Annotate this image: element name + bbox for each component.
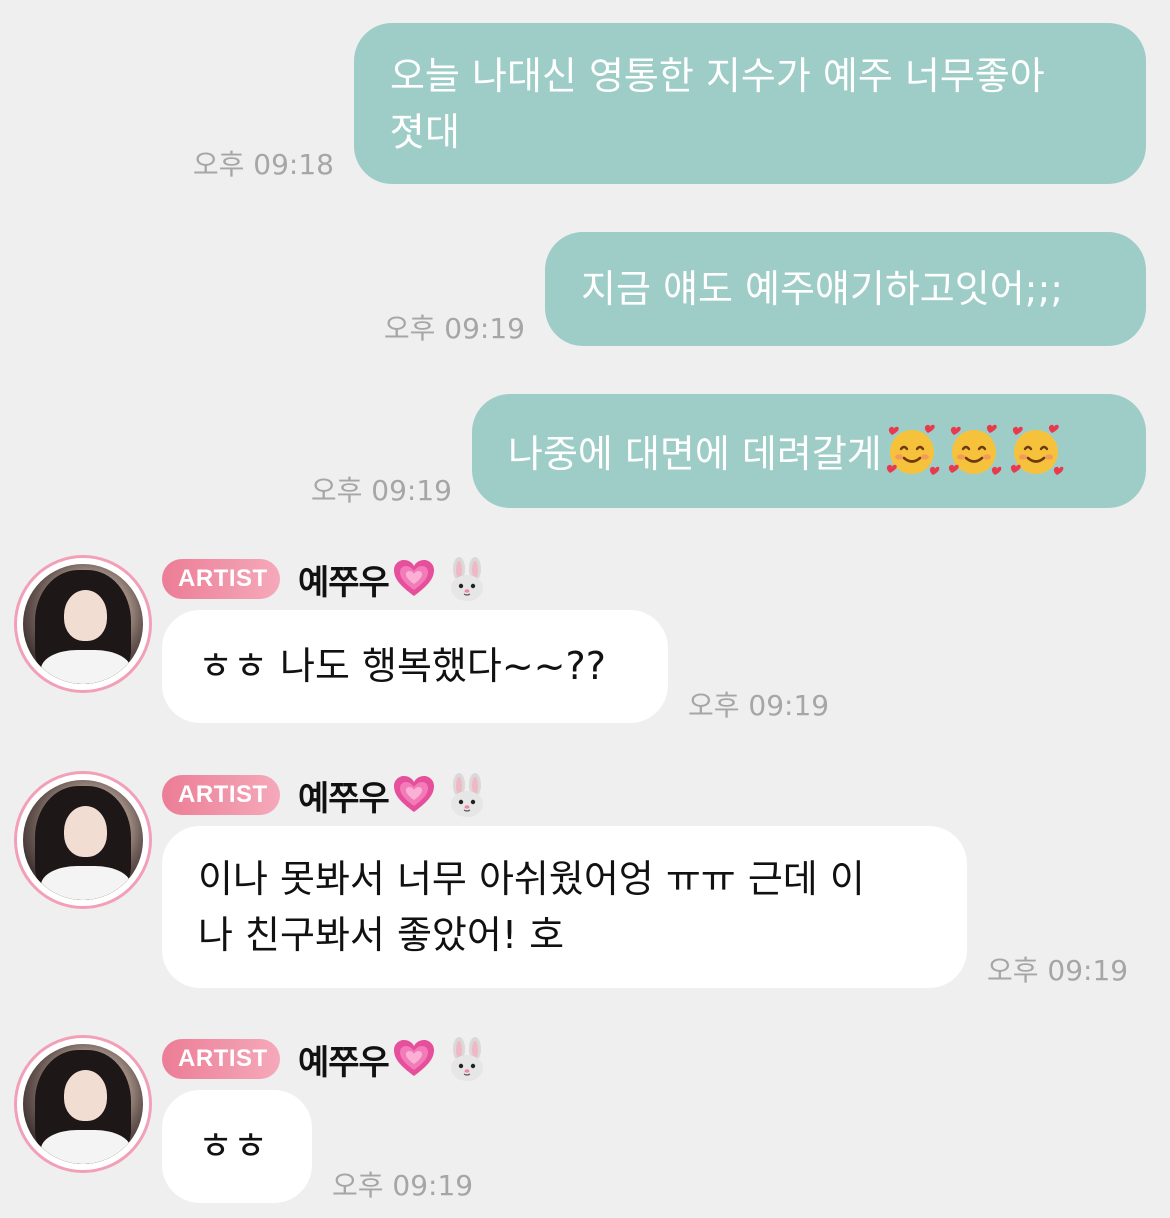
- growing-heart-icon: [393, 775, 435, 815]
- rabbit-face-icon: [447, 1037, 487, 1081]
- message-text: ㅎㅎ 나도 행복했다~~??: [198, 644, 606, 688]
- sender-name[interactable]: 예쭈우: [298, 771, 390, 820]
- received-message-bubble[interactable]: ㅎㅎ 나도 행복했다~~??: [162, 610, 668, 723]
- growing-heart-icon: [393, 559, 435, 599]
- message-text-line: 나 친구봐서 좋았어! 호: [198, 913, 565, 957]
- avatar-photo: [23, 780, 143, 900]
- received-message: ARTIST 예쭈우 ㅎㅎ 오후 09:19: [14, 1035, 1154, 1210]
- message-text: 지금 얘도 예주얘기하고잇어;;;: [581, 267, 1064, 311]
- message-row: ㅎㅎ 나도 행복했다~~?? 오후 09:19: [162, 610, 829, 723]
- sender-row: ARTIST 예쭈우: [162, 1035, 487, 1084]
- sent-message: 오후 09:19 지금 얘도 예주얘기하고잇어;;;: [384, 232, 1146, 346]
- message-timestamp: 오후 09:19: [987, 954, 1129, 987]
- artist-badge: ARTIST: [162, 559, 280, 599]
- sent-message-bubble[interactable]: 오늘 나대신 영통한 지수가 예주 너무좋아 졋대: [354, 23, 1146, 184]
- rabbit-face-icon: [447, 557, 487, 601]
- rabbit-face-icon: [447, 773, 487, 817]
- sender-name[interactable]: 예쭈우: [298, 1035, 390, 1084]
- smiling-face-with-hearts-icon: [946, 423, 1002, 479]
- message-row: ㅎㅎ 오후 09:19: [162, 1090, 473, 1203]
- message-timestamp: 오후 09:19: [383, 312, 525, 345]
- message-timestamp: 오후 09:18: [192, 148, 334, 181]
- sent-message-bubble[interactable]: 나중에 대면에 데려갈게: [472, 394, 1146, 508]
- message-timestamp: 오후 09:19: [688, 689, 830, 722]
- sent-message-bubble[interactable]: 지금 얘도 예주얘기하고잇어;;;: [545, 232, 1146, 346]
- avatar[interactable]: [14, 1035, 152, 1173]
- message-text: ㅎㅎ: [198, 1124, 268, 1168]
- received-message-bubble[interactable]: ㅎㅎ: [162, 1090, 312, 1203]
- message-timestamp: 오후 09:19: [332, 1169, 474, 1202]
- smiling-face-with-hearts-icon: [884, 423, 940, 479]
- artist-badge: ARTIST: [162, 1039, 280, 1079]
- artist-badge: ARTIST: [162, 775, 280, 815]
- received-message-bubble[interactable]: 이나 못봐서 너무 아쉬웠어엉 ㅠㅠ 근데 이 나 친구봐서 좋았어! 호: [162, 826, 967, 988]
- sent-message: 오후 09:18 오늘 나대신 영통한 지수가 예주 너무좋아 졋대: [193, 23, 1146, 184]
- message-text-line: 이나 못봐서 너무 아쉬웠어엉 ㅠㅠ 근데 이: [198, 857, 865, 901]
- chat-thread[interactable]: 오후 09:18 오늘 나대신 영통한 지수가 예주 너무좋아 졋대 오후 09…: [0, 0, 1170, 1218]
- avatar[interactable]: [14, 771, 152, 909]
- sender-name[interactable]: 예쭈우: [298, 555, 390, 604]
- received-message: ARTIST 예쭈우 이나 못봐서 너무 아쉬웠어엉 ㅠㅠ 근데 이 나 친구봐…: [14, 771, 1154, 996]
- message-text-line: 졋대: [390, 110, 460, 154]
- avatar-photo: [23, 564, 143, 684]
- avatar[interactable]: [14, 555, 152, 693]
- avatar-photo: [23, 1044, 143, 1164]
- received-message: ARTIST 예쭈우 ㅎㅎ 나도 행복했다~~?? 오후 09:19: [14, 555, 1154, 730]
- sender-row: ARTIST 예쭈우: [162, 555, 487, 604]
- growing-heart-icon: [393, 1039, 435, 1079]
- message-row: 이나 못봐서 너무 아쉬웠어엉 ㅠㅠ 근데 이 나 친구봐서 좋았어! 호 오후…: [162, 826, 1128, 988]
- sent-message: 오후 09:19 나중에 대면에 데려갈게: [311, 394, 1146, 508]
- sender-row: ARTIST 예쭈우: [162, 771, 487, 820]
- smiling-face-with-hearts-icon: [1008, 423, 1064, 479]
- message-timestamp: 오후 09:19: [310, 474, 452, 507]
- message-text: 나중에 대면에 데려갈게: [508, 432, 882, 476]
- message-text-line: 오늘 나대신 영통한 지수가 예주 너무좋아: [390, 54, 1045, 98]
